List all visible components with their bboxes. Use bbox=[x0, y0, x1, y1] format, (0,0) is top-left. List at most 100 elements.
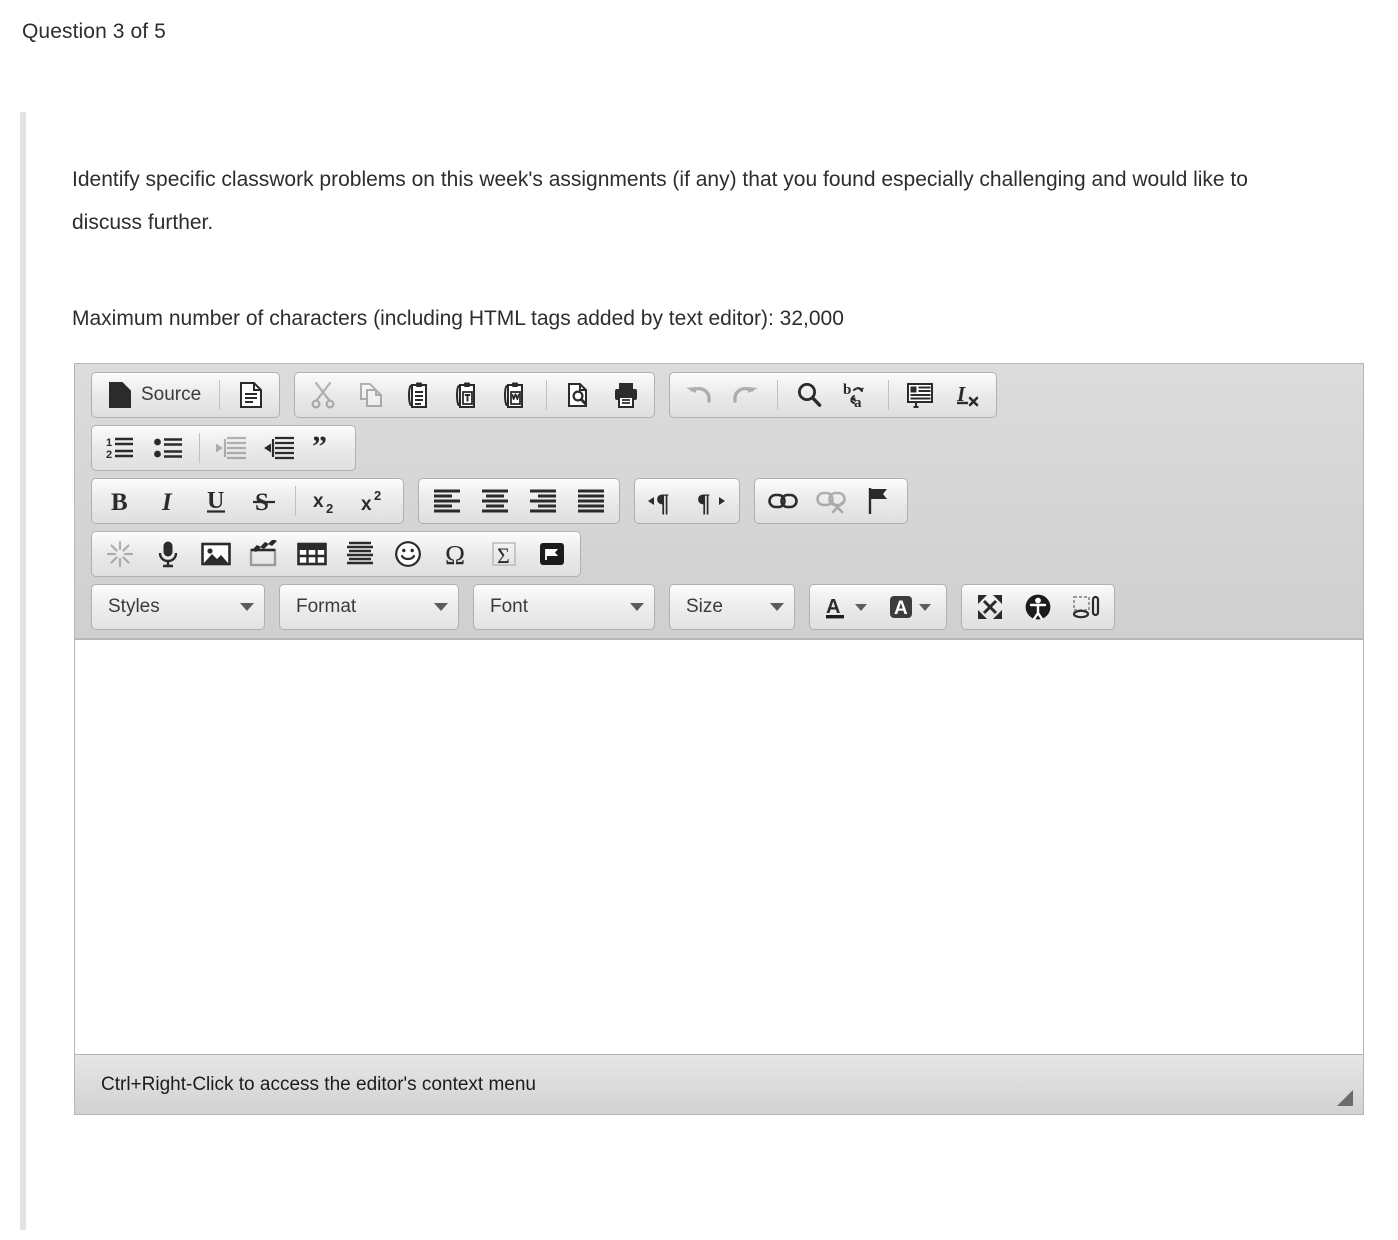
toolbar-row-2: 1 2 ” bbox=[91, 425, 1357, 471]
superscript-button[interactable]: x 2 bbox=[351, 480, 399, 522]
bold-button[interactable]: B bbox=[96, 480, 144, 522]
math-formula-button[interactable]: Σ bbox=[480, 533, 528, 575]
svg-text:a: a bbox=[854, 395, 862, 409]
decrease-indent-button[interactable] bbox=[207, 427, 255, 469]
find-button[interactable] bbox=[785, 374, 833, 416]
special-character-button[interactable]: Ω bbox=[432, 533, 480, 575]
audio-recorder-button[interactable] bbox=[144, 533, 192, 575]
align-center-icon bbox=[482, 489, 508, 513]
left-accent-strip bbox=[20, 112, 26, 1230]
text-color-icon: A bbox=[826, 596, 844, 619]
editor-content-area[interactable] bbox=[75, 639, 1363, 1054]
page-break-button[interactable] bbox=[528, 533, 576, 575]
justify-button[interactable] bbox=[567, 480, 615, 522]
copy-button[interactable] bbox=[347, 374, 395, 416]
cut-icon bbox=[311, 381, 335, 409]
toolbar-separator bbox=[777, 380, 779, 410]
numbered-list-button[interactable]: 1 2 bbox=[96, 427, 144, 469]
chevron-down-icon bbox=[919, 603, 931, 611]
toolbar-group-colors: A A bbox=[809, 584, 947, 630]
bulleted-list-button[interactable] bbox=[144, 427, 192, 469]
text-direction-rtl-button[interactable]: ¶ bbox=[687, 480, 735, 522]
align-center-button[interactable] bbox=[471, 480, 519, 522]
paste-as-plain-text-button[interactable] bbox=[443, 374, 491, 416]
video-icon bbox=[249, 540, 277, 567]
replace-button[interactable]: b a bbox=[833, 374, 881, 416]
background-color-icon: A bbox=[890, 596, 912, 619]
svg-text:Ω: Ω bbox=[445, 540, 465, 568]
text-direction-ltr-icon: ¶ bbox=[648, 490, 670, 515]
redo-icon bbox=[733, 386, 759, 403]
toolbar-separator bbox=[546, 380, 548, 410]
templates-button[interactable] bbox=[1062, 586, 1110, 628]
increase-indent-icon bbox=[264, 436, 294, 460]
link-button[interactable] bbox=[759, 480, 807, 522]
preview-icon bbox=[568, 383, 588, 407]
accessibility-checker-button[interactable] bbox=[1014, 586, 1062, 628]
svg-text:I: I bbox=[161, 489, 173, 515]
svg-text:B: B bbox=[111, 489, 128, 515]
preview-button[interactable] bbox=[554, 374, 602, 416]
strikethrough-button[interactable]: S bbox=[240, 480, 288, 522]
undo-icon bbox=[686, 386, 711, 403]
smiley-button[interactable] bbox=[384, 533, 432, 575]
svg-text:x: x bbox=[313, 491, 324, 512]
italic-icon: I bbox=[161, 489, 173, 515]
text-color-button[interactable]: A bbox=[814, 586, 878, 628]
remove-format-button[interactable]: I bbox=[944, 374, 992, 416]
unlink-button[interactable] bbox=[807, 480, 855, 522]
video-button[interactable] bbox=[240, 533, 288, 575]
blockquote-button[interactable]: ” bbox=[303, 427, 351, 469]
svg-text:2: 2 bbox=[106, 449, 112, 461]
replace-icon: b a bbox=[843, 382, 865, 409]
align-right-button[interactable] bbox=[519, 480, 567, 522]
toolbar-group-direction: ¶ ¶ bbox=[634, 478, 740, 524]
underline-button[interactable]: U bbox=[192, 480, 240, 522]
toolbar-group-alignment bbox=[418, 478, 620, 524]
decrease-indent-icon bbox=[216, 436, 246, 460]
table-button[interactable] bbox=[288, 533, 336, 575]
format-dropdown[interactable]: Format bbox=[279, 584, 459, 630]
font-dropdown[interactable]: Font bbox=[473, 584, 655, 630]
chevron-down-icon bbox=[434, 603, 448, 611]
image-button[interactable] bbox=[192, 533, 240, 575]
table-icon bbox=[297, 542, 327, 566]
resize-handle[interactable] bbox=[1337, 1090, 1353, 1106]
copy-icon bbox=[360, 383, 383, 407]
styles-dropdown-label: Styles bbox=[108, 596, 160, 617]
print-button[interactable] bbox=[602, 374, 650, 416]
size-dropdown[interactable]: Size bbox=[669, 584, 795, 630]
text-direction-ltr-button[interactable]: ¶ bbox=[639, 480, 687, 522]
toolbar-group-tools bbox=[961, 584, 1115, 630]
templates-icon bbox=[1072, 595, 1100, 619]
flash-button[interactable] bbox=[96, 533, 144, 575]
anchor-button[interactable] bbox=[855, 480, 903, 522]
horizontal-rule-button[interactable] bbox=[336, 533, 384, 575]
bold-icon: B bbox=[111, 489, 128, 515]
background-color-button[interactable]: A bbox=[878, 586, 942, 628]
paste-button[interactable] bbox=[395, 374, 443, 416]
svg-text:2: 2 bbox=[326, 501, 333, 515]
select-all-button[interactable] bbox=[896, 374, 944, 416]
italic-button[interactable]: I bbox=[144, 480, 192, 522]
text-direction-rtl-icon: ¶ bbox=[697, 490, 725, 515]
svg-text:A: A bbox=[894, 598, 908, 619]
redo-button[interactable] bbox=[722, 374, 770, 416]
print-icon bbox=[615, 383, 638, 408]
styles-dropdown[interactable]: Styles bbox=[91, 584, 265, 630]
increase-indent-button[interactable] bbox=[255, 427, 303, 469]
horizontal-rule-icon bbox=[347, 541, 373, 565]
align-left-button[interactable] bbox=[423, 480, 471, 522]
toolbar-group-clipboard bbox=[294, 372, 656, 418]
source-button[interactable]: Source bbox=[96, 374, 212, 416]
toolbar-row-4: Ω Σ bbox=[91, 531, 1357, 577]
subscript-button[interactable]: x 2 bbox=[303, 480, 351, 522]
toolbar-group-lists: 1 2 ” bbox=[91, 425, 356, 471]
toolbar-group-document: Source bbox=[91, 372, 281, 418]
new-page-button[interactable] bbox=[227, 374, 275, 416]
maximize-button[interactable] bbox=[966, 586, 1014, 628]
cut-button[interactable] bbox=[299, 374, 347, 416]
undo-button[interactable] bbox=[674, 374, 722, 416]
toolbar-row-3: B I U S x 2 x 2 ¶ ¶ bbox=[91, 478, 1357, 524]
paste-from-word-button[interactable] bbox=[491, 374, 539, 416]
